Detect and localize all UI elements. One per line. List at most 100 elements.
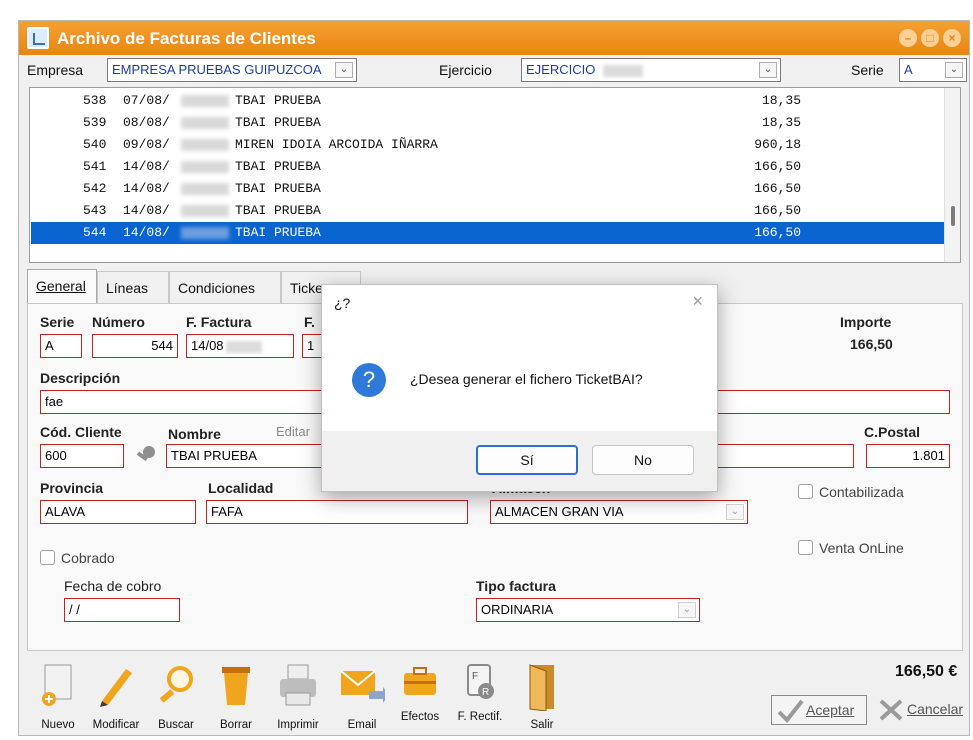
chevron-down-icon[interactable]: ⌄ (759, 62, 777, 78)
checkbox-box[interactable] (798, 540, 813, 555)
tipo-factura-select[interactable]: ORDINARIA ⌄ (476, 598, 700, 622)
chevron-down-icon[interactable]: ⌄ (945, 62, 963, 78)
exit-door-icon (529, 664, 554, 711)
window-title: Archivo de Facturas de Clientes (57, 29, 316, 48)
borrar-button[interactable]: Borrar (205, 657, 267, 733)
localidad-field[interactable]: FAFA (206, 500, 468, 524)
tipo-factura-label: Tipo factura (476, 578, 556, 594)
cancelar-label: Cancelar (907, 701, 964, 717)
buscar-button[interactable]: Buscar (145, 657, 207, 733)
almacen-select[interactable]: ALMACEN GRAN VIA ⌄ (490, 500, 748, 524)
provincia-label: Provincia (40, 480, 104, 496)
invoice-number: 540 (83, 137, 107, 152)
cpostal-field[interactable]: 1.801 (866, 444, 950, 468)
ejercicio-select[interactable]: EJERCICIO ⌄ (521, 58, 781, 82)
rectificativa-button[interactable]: FR F. Rectif. (449, 657, 511, 733)
check-icon (777, 699, 804, 724)
imprimir-button[interactable]: Imprimir (267, 657, 329, 733)
list-scrollbar[interactable] (944, 88, 960, 262)
table-row[interactable]: 542 14/08/TBAI PRUEBA 166,50 (31, 178, 947, 200)
serie-field[interactable]: A (40, 334, 82, 358)
customer-name: TBAI PRUEBA (235, 181, 321, 196)
dialog-footer: Sí No (322, 431, 717, 491)
modificar-button[interactable]: Modificar (85, 657, 147, 733)
customer-name: TBAI PRUEBA (235, 93, 321, 108)
imprimir-label: Imprimir (277, 719, 319, 731)
briefcase-icon (404, 667, 436, 695)
redacted-year (181, 183, 229, 195)
invoice-date: 09/08/ (123, 137, 170, 152)
table-row[interactable]: 538 07/08/TBAI PRUEBA 18,35 (31, 90, 947, 112)
checkbox-box[interactable] (40, 550, 55, 565)
invoice-date: 14/08/ (123, 159, 170, 174)
descripcion-label: Descripción (40, 370, 121, 386)
redacted-year (181, 117, 229, 129)
empresa-select[interactable]: EMPRESA PRUEBAS GUIPUZCOA ⌄ (107, 58, 357, 82)
aceptar-label: Aceptar (806, 702, 855, 718)
chevron-down-icon[interactable]: ⌄ (678, 602, 696, 618)
invoice-app-icon (27, 27, 49, 49)
fecha-cobro-field[interactable]: / / (64, 598, 180, 622)
tab-label: Ticke (290, 280, 323, 296)
serie-select[interactable]: A ⌄ (899, 58, 967, 82)
scroll-thumb[interactable] (951, 206, 955, 226)
redacted-year (181, 227, 229, 239)
importe-label: Importe (840, 314, 892, 330)
tab-lineas[interactable]: Líneas (97, 271, 169, 303)
table-row[interactable]: 541 14/08/TBAI PRUEBA 166,50 (31, 156, 947, 178)
ffactura-field[interactable]: 14/08 (186, 334, 294, 358)
tab-condiciones[interactable]: Condiciones (169, 271, 281, 303)
invoice-list[interactable]: 538 07/08/TBAI PRUEBA 18,35 539 08/08/TBAI P… (29, 87, 961, 263)
almacen-value: ALMACEN GRAN VIA (495, 504, 624, 519)
yes-button[interactable]: Sí (476, 445, 578, 475)
title-bar[interactable]: Archivo de Facturas de Clientes – □ × (19, 21, 969, 55)
redacted-year (602, 64, 643, 77)
redacted-year (181, 139, 229, 151)
codcliente-field[interactable]: 600 (40, 444, 124, 468)
invoice-date: 14/08/ (123, 181, 170, 196)
envelope-icon (340, 670, 385, 703)
cobrado-label: Cobrado (61, 550, 115, 566)
serie-field-label: Serie (40, 314, 75, 330)
no-button[interactable]: No (592, 445, 694, 475)
maximize-icon[interactable]: □ (921, 29, 939, 47)
redacted-year (225, 340, 262, 353)
venta-online-label: Venta OnLine (819, 540, 904, 556)
cobrado-checkbox[interactable]: Cobrado (40, 550, 115, 566)
tab-label: Condiciones (178, 280, 256, 296)
venta-online-checkbox[interactable]: Venta OnLine (798, 540, 904, 556)
table-row[interactable]: 544 14/08/TBAI PRUEBA 166,50 (31, 222, 947, 244)
cancelar-button[interactable]: Cancelar (875, 695, 967, 725)
contabilizada-checkbox[interactable]: Contabilizada (798, 484, 904, 500)
cancel-x-icon (879, 699, 903, 721)
checkbox-box[interactable] (798, 484, 813, 499)
invoice-number: 542 (83, 181, 107, 196)
invoice-amount: 166,50 (754, 181, 801, 196)
invoice-date: 07/08/ (123, 93, 170, 108)
aceptar-button[interactable]: Aceptar (771, 695, 867, 725)
efectos-button[interactable]: Efectos (389, 657, 451, 733)
action-toolbar: Nuevo Modificar Buscar Borrar Imprimir E… (27, 657, 967, 733)
editar-link[interactable]: Editar (276, 424, 310, 439)
tipo-factura-value: ORDINARIA (481, 602, 554, 617)
chevron-down-icon[interactable]: ⌄ (335, 62, 353, 78)
close-icon[interactable]: × (943, 29, 961, 47)
table-row[interactable]: 540 09/08/MIREN IDOIA ARCOIDA IÑARRA 960,1… (31, 134, 947, 156)
invoice-date: 08/08/ (123, 115, 170, 130)
trash-icon (222, 667, 250, 705)
redacted-year (181, 161, 229, 173)
chevron-down-icon[interactable]: ⌄ (726, 504, 744, 520)
numero-field[interactable]: 544 (92, 334, 178, 358)
rectify-document-icon: FR (467, 664, 494, 699)
tab-general[interactable]: General (27, 269, 97, 303)
minimize-icon[interactable]: – (899, 29, 917, 47)
provincia-field[interactable]: ALAVA (40, 500, 196, 524)
close-icon[interactable]: × (692, 291, 703, 312)
salir-label: Salir (530, 719, 554, 731)
new-document-icon (42, 664, 72, 706)
ffactura-label: F. Factura (186, 314, 252, 330)
salir-button[interactable]: Salir (511, 657, 573, 733)
table-row[interactable]: 543 14/08/TBAI PRUEBA 166,50 (31, 200, 947, 222)
table-row[interactable]: 539 08/08/TBAI PRUEBA 18,35 (31, 112, 947, 134)
key-search-icon[interactable] (134, 444, 158, 469)
